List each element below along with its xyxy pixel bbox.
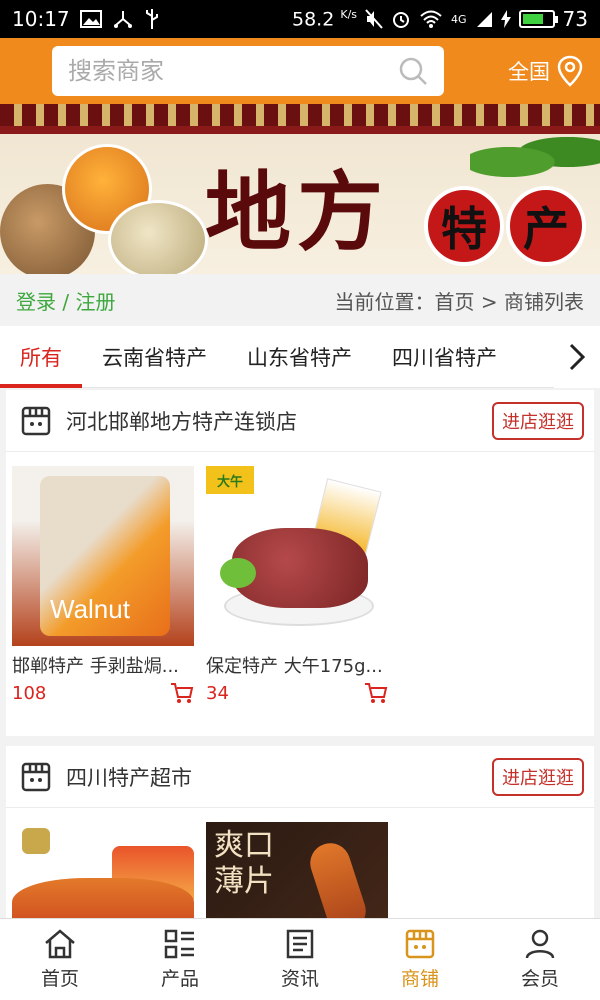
visit-store-button[interactable]: 进店逛逛: [492, 401, 584, 440]
product-card[interactable]: [12, 822, 194, 918]
shop-icon: [21, 406, 51, 435]
search-input[interactable]: [68, 57, 398, 85]
product-image[interactable]: 大午: [206, 466, 388, 646]
region-selector[interactable]: 全国: [508, 55, 584, 87]
banner-title: 地方: [205, 162, 389, 263]
store-name: 河北邯郸地方特产连锁店: [66, 409, 297, 434]
banner-seal: 特: [424, 186, 504, 266]
product-card[interactable]: 爽口薄片: [206, 822, 388, 918]
breadcrumb: 当前位置：首页 > 商铺列表: [334, 289, 584, 314]
nav-label: 会员: [520, 968, 559, 990]
tabs-next-button[interactable]: [554, 326, 600, 388]
product-image[interactable]: 爽口薄片: [206, 822, 388, 918]
shop-icon: [21, 762, 51, 791]
nav-member[interactable]: 会员: [480, 919, 600, 1000]
login-register-link[interactable]: 登录 / 注册: [16, 286, 115, 315]
news-icon: [286, 929, 314, 959]
location-bar: 登录 / 注册 当前位置：首页 > 商铺列表: [0, 274, 600, 326]
product-name: 保定特产 大午175g...: [206, 656, 383, 677]
pistachio-image: [108, 200, 208, 274]
search-box[interactable]: [52, 46, 444, 96]
tab-shandong[interactable]: 山东省特产: [227, 326, 372, 388]
nav-label: 资讯: [280, 968, 319, 990]
nav-products[interactable]: 产品: [120, 919, 240, 1000]
store-card: 四川特产超市 进店逛逛 爽口薄片: [6, 746, 594, 918]
search-icon[interactable]: [398, 56, 428, 86]
store-name: 四川特产超市: [66, 765, 192, 790]
store-card: 河北邯郸地方特产连锁店 进店逛逛 Walnut 邯郸特产 手剥盐焗... 108…: [6, 390, 594, 736]
store-header[interactable]: 四川特产超市 进店逛逛: [6, 746, 594, 808]
product-card[interactable]: 大午 保定特产 大午175g... 34: [206, 466, 388, 704]
nav-label: 首页: [40, 968, 79, 990]
nav-label: 商铺: [400, 968, 439, 990]
product-list: 爽口薄片: [6, 808, 594, 918]
nav-label: 产品: [160, 968, 199, 990]
network-type: 4G: [451, 12, 467, 26]
banner-seal: 产: [506, 186, 586, 266]
battery-icon: [518, 10, 558, 28]
nav-home[interactable]: 首页: [0, 919, 120, 1000]
product-image[interactable]: [12, 822, 194, 918]
product-price: 34: [206, 682, 229, 704]
status-bar: 10:17 58.2 K/s 4G 73: [0, 0, 600, 38]
product-list: Walnut 邯郸特产 手剥盐焗... 108 大午 保定特产 大午175g..…: [6, 452, 594, 704]
charging-icon: [500, 10, 511, 28]
product-name: 邯郸特产 手剥盐焗...: [12, 656, 179, 677]
home-icon: [45, 929, 75, 959]
store-header[interactable]: 河北邯郸地方特产连锁店 进店逛逛: [6, 390, 594, 452]
battery-percent: 73: [562, 7, 588, 31]
product-card[interactable]: Walnut 邯郸特产 手剥盐焗... 108: [12, 466, 194, 704]
region-label: 全国: [508, 60, 550, 84]
product-image[interactable]: Walnut: [12, 466, 194, 646]
user-icon: [525, 929, 555, 959]
usb-connection-icon: [113, 11, 132, 28]
visit-store-button[interactable]: 进店逛逛: [492, 757, 584, 796]
shop-icon: [405, 929, 435, 959]
category-tabs: 所有 云南省特产 山东省特产 四川省特产: [0, 326, 600, 388]
location-pin-icon: [557, 55, 583, 87]
network-speed: 58.2 K/s: [292, 7, 358, 31]
alarm-icon: [393, 12, 410, 28]
product-price: 108: [12, 682, 47, 704]
image-icon: [79, 10, 102, 28]
cart-icon[interactable]: [170, 682, 194, 704]
wifi-icon: [420, 10, 442, 28]
signal-icon: [476, 12, 492, 27]
app-header: 全国: [0, 38, 600, 104]
nav-shops[interactable]: 商铺: [360, 919, 480, 1000]
bottom-nav: 首页 产品 资讯 商铺 会员: [0, 918, 600, 1000]
status-time: 10:17: [12, 7, 70, 31]
leaves-decoration: [470, 132, 600, 182]
tab-all[interactable]: 所有: [0, 326, 82, 388]
usb-icon: [145, 9, 158, 29]
mute-icon: [365, 9, 383, 29]
promo-banner[interactable]: 地方 特 产: [0, 104, 600, 274]
nav-news[interactable]: 资讯: [240, 919, 360, 1000]
chevron-right-icon: [569, 343, 586, 371]
tab-yunnan[interactable]: 云南省特产: [82, 326, 227, 388]
list-icon: [164, 929, 194, 959]
cart-icon[interactable]: [364, 682, 388, 704]
tab-sichuan[interactable]: 四川省特产: [372, 326, 517, 388]
